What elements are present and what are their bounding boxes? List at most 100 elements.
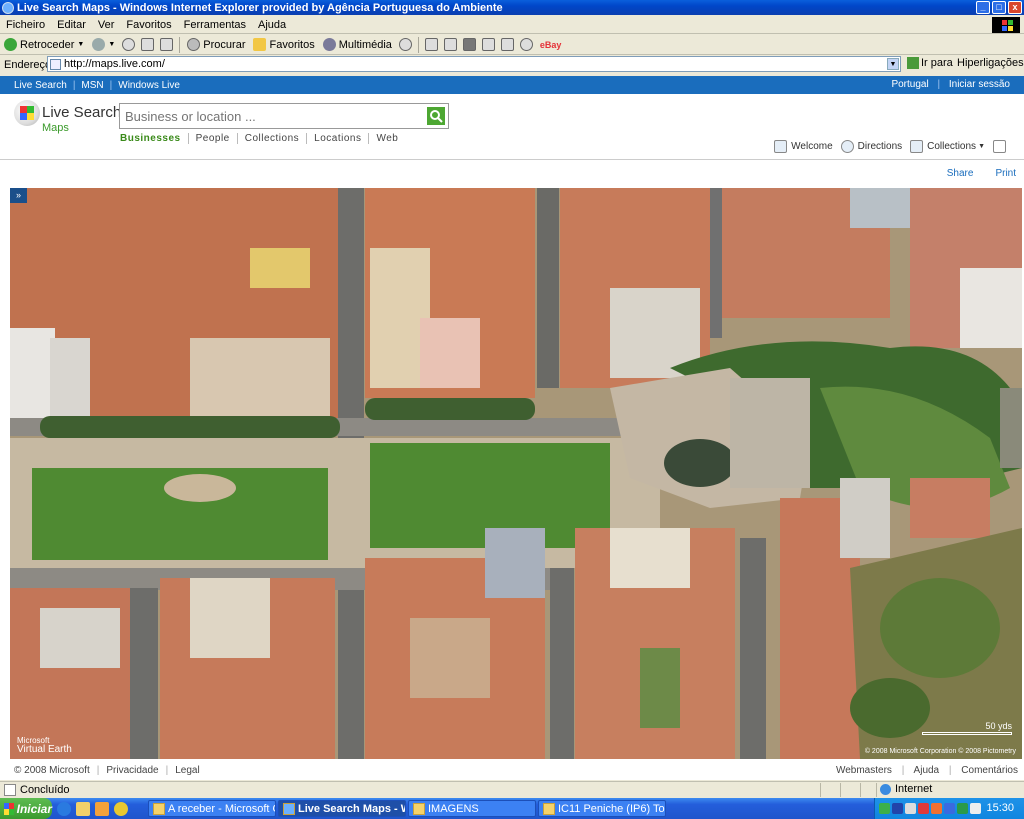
task-label: IMAGENS <box>428 802 479 815</box>
footer-privacy-link[interactable]: Privacidade <box>106 765 158 776</box>
status-cell <box>876 783 877 797</box>
task-imagens[interactable]: IMAGENS <box>408 800 536 817</box>
bluetooth-icon[interactable] <box>944 803 955 814</box>
task-outlook[interactable]: A receber - Microsoft Outl... <box>148 800 276 817</box>
welcome-label: Welcome <box>791 141 833 152</box>
address-input[interactable]: http://maps.live.com/ ▼ <box>47 56 901 72</box>
tab-people[interactable]: People <box>196 133 238 144</box>
menu-ferramentas[interactable]: Ferramentas <box>178 19 252 31</box>
media-button[interactable]: Multimédia <box>319 36 396 54</box>
footer-help-link[interactable]: Ajuda <box>914 765 940 776</box>
menu-ver[interactable]: Ver <box>92 19 121 31</box>
forward-button[interactable]: ▼ <box>88 36 119 54</box>
edit-icon[interactable] <box>462 38 476 51</box>
menu-ficheiro[interactable]: Ficheiro <box>0 19 51 31</box>
collections-label: Collections <box>927 141 977 152</box>
link-msn[interactable]: MSN <box>81 80 103 91</box>
search-button[interactable] <box>427 107 445 125</box>
outlook-quicklaunch-icon[interactable] <box>76 801 90 816</box>
aerial-map[interactable]: » Microsoft Virtual Earth 50 yds © 2008 … <box>10 188 1022 759</box>
imagery-copyright: © 2008 Microsoft Corporation © 2008 Pict… <box>864 748 1016 755</box>
menu-ajuda[interactable]: Ajuda <box>252 19 292 31</box>
print-icon[interactable] <box>443 38 457 51</box>
footer-feedback-link[interactable]: Comentários <box>961 765 1018 776</box>
chevron-down-icon: ▼ <box>978 143 985 150</box>
links-button[interactable]: Hiperligações <box>957 57 1024 69</box>
search-icon <box>430 110 443 123</box>
task-ic11[interactable]: IC11 Peniche (IP6) Torres... <box>538 800 666 817</box>
divider <box>0 159 1024 160</box>
brand-sub: Maps <box>42 122 69 134</box>
network-icon[interactable] <box>879 803 890 814</box>
edit-page-button[interactable] <box>993 140 1010 153</box>
status-cell <box>840 783 841 797</box>
map-actions: Welcome Directions Collections ▼ <box>766 140 1010 153</box>
media-icon <box>322 38 336 51</box>
back-button[interactable]: Retroceder ▼ <box>0 36 88 54</box>
media-quicklaunch-icon[interactable] <box>114 801 128 816</box>
welcome-icon <box>774 140 788 153</box>
page-icon <box>50 59 61 70</box>
tab-collections[interactable]: Collections <box>245 133 308 144</box>
directions-link[interactable]: Directions <box>840 140 902 153</box>
page-icon <box>4 783 16 796</box>
mail-icon[interactable] <box>424 38 438 51</box>
task-live-search-maps[interactable]: Live Search Maps - Wi... <box>278 800 406 817</box>
close-button[interactable]: x <box>1008 1 1022 14</box>
favorites-button[interactable]: Favoritos <box>249 36 318 54</box>
messenger-icon[interactable] <box>957 803 968 814</box>
start-button[interactable]: Iniciar <box>0 798 52 819</box>
antivirus-icon[interactable] <box>918 803 929 814</box>
print-link[interactable]: Print <box>995 168 1016 179</box>
brand-name: Live Search <box>42 104 122 121</box>
go-button[interactable]: Ir para <box>907 57 953 69</box>
discuss-icon[interactable] <box>481 38 495 51</box>
history-icon[interactable] <box>398 38 412 51</box>
maximize-button[interactable]: □ <box>992 1 1006 14</box>
page-footer: © 2008 Microsoft | Privacidade | Legal W… <box>0 760 1024 780</box>
search-button[interactable]: Procurar <box>183 36 249 54</box>
separator: | <box>901 764 905 776</box>
footer-webmasters-link[interactable]: Webmasters <box>836 765 892 776</box>
separator: | <box>72 79 76 91</box>
link-portugal[interactable]: Portugal <box>891 79 928 90</box>
footer-legal-link[interactable]: Legal <box>175 765 199 776</box>
windows-live-logo-icon <box>14 100 40 126</box>
link-windows-live[interactable]: Windows Live <box>118 80 180 91</box>
menu-favoritos[interactable]: Favoritos <box>120 19 177 31</box>
display-icon[interactable] <box>905 803 916 814</box>
separator: | <box>937 79 941 90</box>
address-dropdown[interactable]: ▼ <box>887 58 899 70</box>
expand-panel-button[interactable]: » <box>10 188 27 203</box>
desktop-quicklaunch-icon[interactable] <box>95 801 109 816</box>
chevron-down-icon: ▼ <box>108 41 116 48</box>
separator: | <box>96 764 100 776</box>
live-search-maps-logo[interactable]: Live Search Maps <box>14 100 121 134</box>
research-icon[interactable] <box>519 38 533 51</box>
clock[interactable]: 15:30 <box>986 802 1014 814</box>
home-icon[interactable] <box>160 38 174 51</box>
search-input[interactable] <box>125 105 425 127</box>
task-label: A receber - Microsoft Outl... <box>168 802 275 815</box>
tab-locations[interactable]: Locations <box>314 133 370 144</box>
toolbar-separator <box>417 36 419 53</box>
stop-icon[interactable] <box>122 38 136 51</box>
welcome-link[interactable]: Welcome <box>774 140 833 153</box>
collections-menu[interactable]: Collections ▼ <box>910 140 985 153</box>
volume-icon[interactable] <box>970 803 981 814</box>
link-sign-in[interactable]: Iniciar sessão <box>949 79 1010 90</box>
link-live-search[interactable]: Live Search <box>14 80 67 91</box>
menu-editar[interactable]: Editar <box>51 19 92 31</box>
tab-businesses[interactable]: Businesses <box>120 133 189 144</box>
update-icon[interactable] <box>931 803 942 814</box>
messenger-icon[interactable] <box>500 38 514 51</box>
refresh-icon[interactable] <box>141 38 155 51</box>
tab-web[interactable]: Web <box>376 133 405 144</box>
page-content: Live Search Maps Businesses People Colle… <box>0 94 1024 780</box>
language-icon[interactable] <box>892 803 903 814</box>
share-link[interactable]: Share <box>947 168 974 179</box>
ebay-icon[interactable]: eBay <box>540 40 562 50</box>
ie-quicklaunch-icon[interactable] <box>57 801 71 816</box>
zone-label: Internet <box>895 783 933 795</box>
minimize-button[interactable]: _ <box>976 1 990 14</box>
